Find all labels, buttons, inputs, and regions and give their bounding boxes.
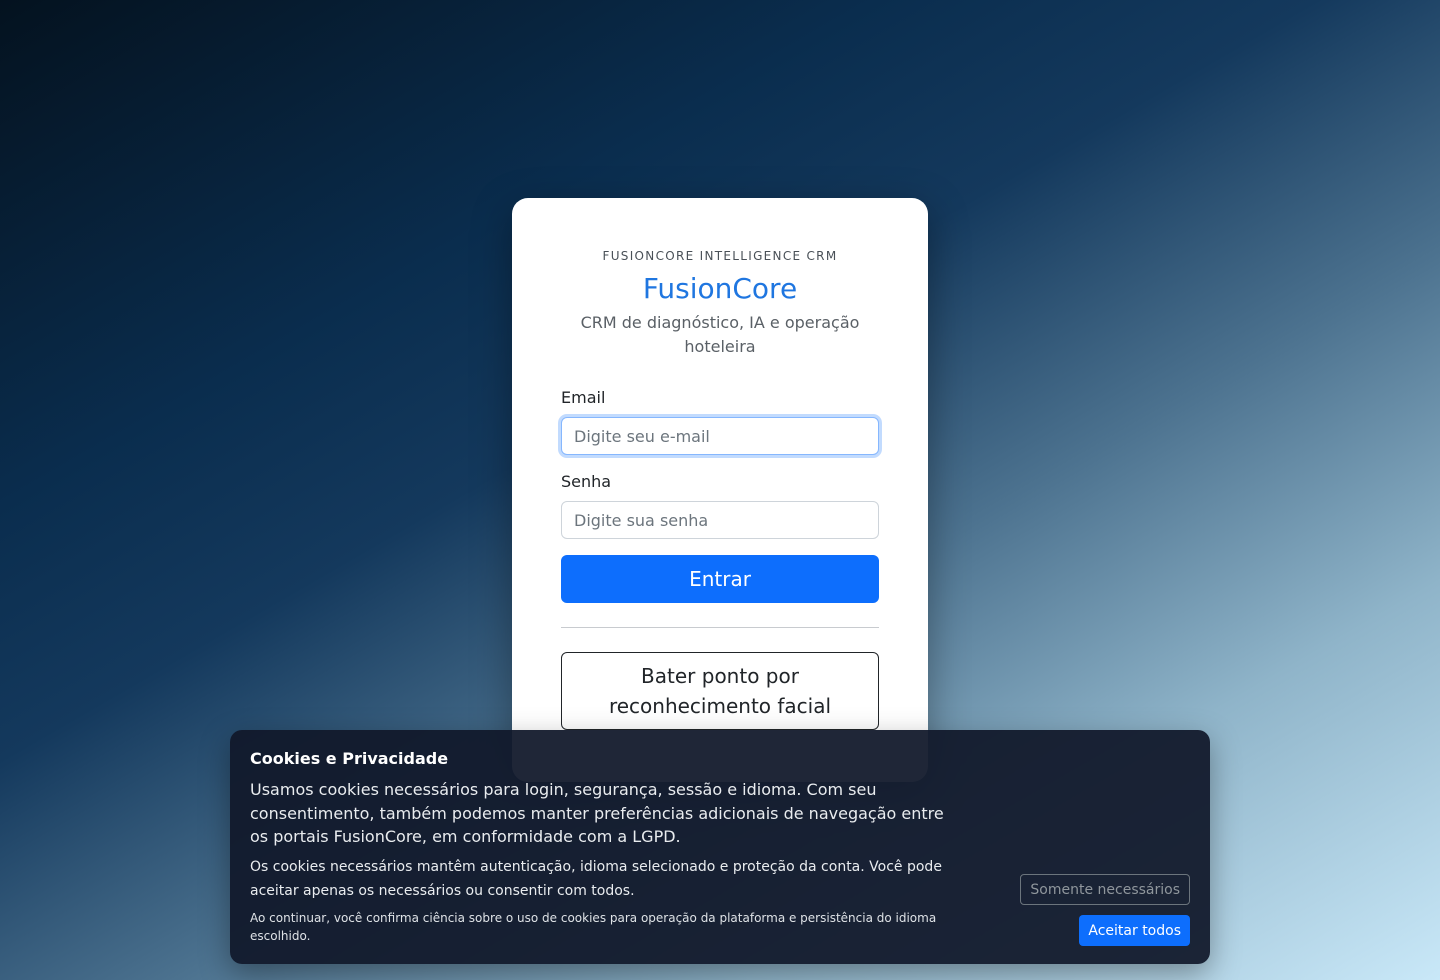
cookie-title: Cookies e Privacidade [250,749,449,768]
brand-tagline: CRM de diagnóstico, IA e operação hotele… [580,313,860,356]
cookie-detail: Os cookies necessários mantêm autenticaç… [250,858,942,899]
accept-all-button[interactable]: Aceitar todos [1079,915,1190,946]
password-label: Senha [561,472,612,491]
email-field[interactable] [561,417,879,455]
necessary-only-button[interactable]: Somente necessários [1020,874,1190,905]
divider [561,627,879,628]
email-label: Email [561,388,606,407]
product-eyebrow: FUSIONCORE INTELLIGENCE CRM [602,249,838,263]
login-button[interactable]: Entrar [561,555,879,603]
brand-title: FusionCore [642,272,798,305]
cookie-description: Usamos cookies necessários para login, s… [250,780,944,846]
login-card: FUSIONCORE INTELLIGENCE CRM FusionCore C… [512,198,928,782]
password-field[interactable] [561,501,879,539]
cookie-notice: Ao continuar, você confirma ciência sobr… [250,910,937,943]
facial-recognition-button[interactable]: Bater ponto por reconhecimento facial [561,652,879,730]
cookie-banner: Cookies e Privacidade Usamos cookies nec… [230,730,1210,964]
